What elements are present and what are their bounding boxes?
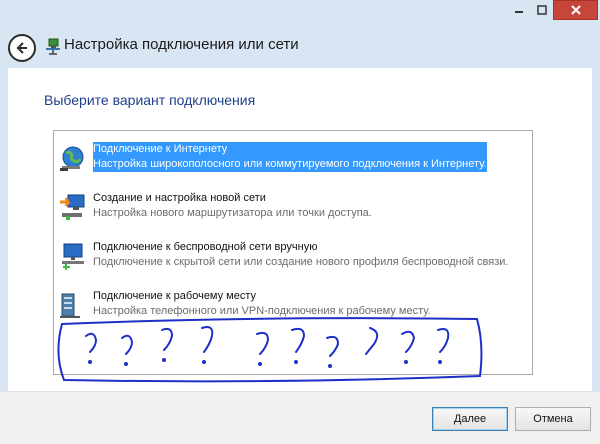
back-button[interactable] (8, 34, 36, 62)
minimize-button[interactable] (507, 0, 530, 20)
option-title: Подключение к рабочему месту (93, 290, 257, 302)
new-network-icon (60, 194, 85, 220)
option-description: Настройка нового маршрутизатора или точк… (93, 207, 372, 219)
globe-network-icon (60, 146, 84, 171)
page-title: Настройка подключения или сети (64, 36, 299, 53)
dialog-footer: Далее Отмена (0, 391, 600, 444)
option-description: Настройка широкополосного или коммутируе… (93, 158, 487, 170)
option-text: Создание и настройка новой сети Настройк… (93, 191, 372, 221)
option-wireless-manual[interactable]: Подключение к беспроводной сети вручную … (54, 237, 524, 283)
option-description: Подключение к скрытой сети или создание … (93, 256, 509, 268)
option-text: Подключение к Интернету Настройка широко… (93, 142, 487, 172)
maximize-icon (536, 5, 547, 15)
minimize-icon (514, 11, 523, 13)
question-marks-scribble (57, 317, 483, 383)
back-arrow-icon (16, 42, 27, 54)
maximize-button[interactable] (530, 0, 553, 20)
next-button[interactable]: Далее (432, 407, 508, 431)
setup-connection-window: Настройка подключения или сети Выберите … (0, 0, 600, 444)
option-title: Подключение к беспроводной сети вручную (93, 241, 318, 253)
network-setup-icon (46, 38, 60, 55)
close-icon (570, 5, 581, 15)
title-bar[interactable] (0, 0, 600, 30)
cancel-button[interactable]: Отмена (515, 407, 591, 431)
option-text: Подключение к беспроводной сети вручную … (93, 240, 508, 270)
option-title: Подключение к Интернету (93, 143, 228, 155)
option-internet[interactable]: Подключение к Интернету Настройка широко… (54, 139, 524, 185)
wireless-network-icon (62, 243, 84, 270)
option-new-network[interactable]: Создание и настройка новой сети Настройк… (54, 188, 524, 234)
content-area: Выберите вариант подключения Подключение… (8, 68, 592, 391)
section-heading: Выберите вариант подключения (44, 92, 256, 108)
option-title: Создание и настройка новой сети (93, 192, 266, 204)
close-button[interactable] (553, 0, 598, 20)
